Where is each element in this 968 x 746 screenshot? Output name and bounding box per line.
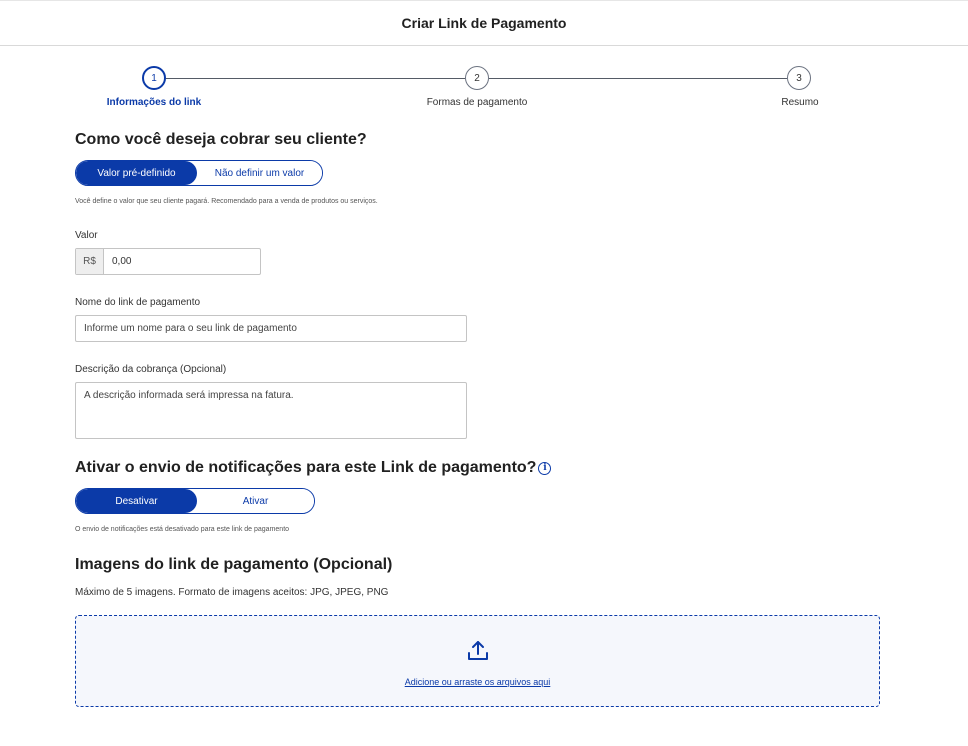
nome-label: Nome do link de pagamento xyxy=(75,297,201,308)
step-1-label: Informações do link xyxy=(106,97,202,108)
stepper-line-2 xyxy=(489,78,787,79)
charge-type-toggle: Valor pré-definido Não definir um valor xyxy=(75,160,323,186)
step-3-circle[interactable]: 3 xyxy=(787,66,811,90)
step-2-label: Formas de pagamento xyxy=(426,97,528,108)
descricao-textarea[interactable] xyxy=(75,382,467,439)
charge-section-title: Como você deseja cobrar seu cliente? xyxy=(75,131,367,148)
descricao-label: Descrição da cobrança (Opcional) xyxy=(75,364,227,375)
page-title: Criar Link de Pagamento xyxy=(401,15,567,31)
enable-notifications-option[interactable]: Ativar xyxy=(197,489,314,513)
upload-icon xyxy=(467,641,488,660)
notifications-hint: O envio de notificações está desativado … xyxy=(75,526,290,533)
images-section-title: Imagens do link de pagamento (Opcional) xyxy=(75,556,393,573)
no-value-option[interactable]: Não definir um valor xyxy=(197,161,322,185)
valor-label: Valor xyxy=(75,230,98,241)
image-dropzone[interactable]: Adicione ou arraste os arquivos aqui xyxy=(75,615,880,707)
preset-value-option[interactable]: Valor pré-definido xyxy=(76,161,197,185)
page-header: Criar Link de Pagamento xyxy=(0,0,968,46)
info-icon[interactable]: i xyxy=(538,461,552,475)
disable-notifications-option[interactable]: Desativar xyxy=(76,489,197,513)
valor-input[interactable] xyxy=(104,249,260,274)
images-format-info: Máximo de 5 imagens. Formato de imagens … xyxy=(75,587,389,598)
step-1-circle[interactable]: 1 xyxy=(142,66,166,90)
charge-hint: Você define o valor que seu cliente paga… xyxy=(75,198,378,205)
nome-input[interactable] xyxy=(75,315,467,342)
currency-prefix: R$ xyxy=(76,249,104,274)
stepper-line-1 xyxy=(166,78,465,79)
stepper: 1 2 3 Informações do link Formas de paga… xyxy=(0,64,968,114)
step-3-label: Resumo xyxy=(781,97,819,108)
upload-link[interactable]: Adicione ou arraste os arquivos aqui xyxy=(405,677,551,687)
notifications-toggle: Desativar Ativar xyxy=(75,488,315,514)
step-2-circle[interactable]: 2 xyxy=(465,66,489,90)
notifications-section-title: Ativar o envio de notificações para este… xyxy=(75,459,552,477)
valor-field: R$ xyxy=(75,248,261,275)
notifications-title-text: Ativar o envio de notificações para este… xyxy=(75,459,537,476)
